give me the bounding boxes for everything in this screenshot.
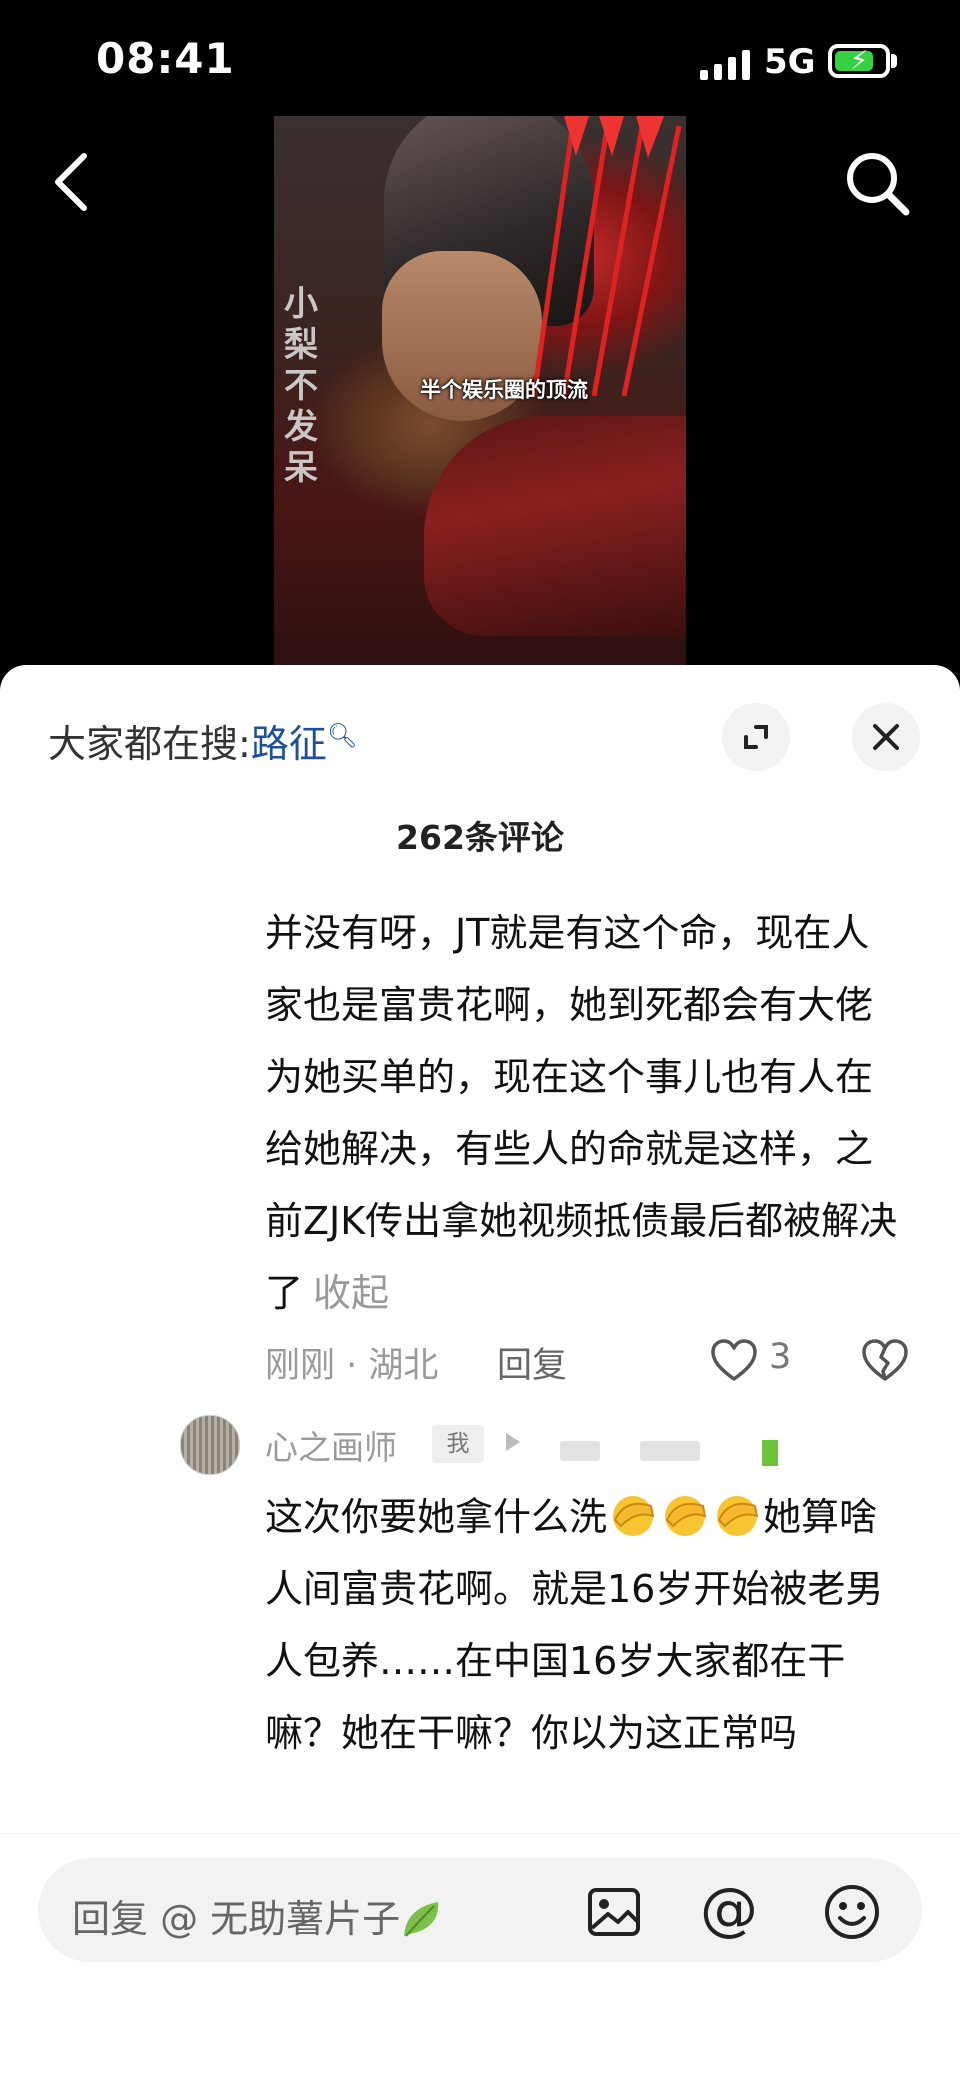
face-palm-emoji-icon	[613, 1496, 655, 1536]
reply-button[interactable]: 回复	[497, 1337, 567, 1388]
broken-heart-icon[interactable]	[861, 1339, 909, 1383]
reply-body: 这次你要她拿什么洗 她算啥人间富贵花啊。就是16岁开始被老男人包养……在中国16岁…	[265, 1481, 905, 1769]
image-icon[interactable]	[586, 1884, 642, 1940]
clock-time: 08:41	[96, 34, 235, 83]
blurred-name	[560, 1441, 600, 1461]
hot-search[interactable]: 大家都在搜:路征🔍︎	[48, 713, 357, 768]
video-caption: 半个娱乐圈的顶流	[420, 378, 588, 402]
smiley-icon[interactable]	[822, 1882, 882, 1942]
reply-text-part1: 这次你要她拿什么洗	[265, 1495, 608, 1539]
face-palm-emoji-icon	[665, 1496, 707, 1536]
network-type: 5G	[764, 42, 816, 82]
leaf-emoji-icon	[404, 1902, 439, 1937]
avatar[interactable]	[180, 1415, 240, 1475]
comment-body: 并没有呀，JT就是有这个命，现在人家也是富贵花啊，她到死都会有大佬为她买单的，现…	[265, 897, 905, 1329]
status-bar: 08:41 5G ⚡	[0, 0, 960, 120]
back-arrow-icon[interactable]	[44, 150, 104, 214]
expand-icon[interactable]	[722, 703, 790, 771]
small-search-icon: 🔍︎	[326, 721, 358, 750]
video-arm-shape	[424, 416, 686, 636]
search-icon[interactable]	[842, 148, 912, 218]
me-badge: 我	[432, 1425, 484, 1463]
like-count: 3	[769, 1337, 792, 1377]
face-palm-emoji-icon	[717, 1496, 759, 1536]
heart-icon[interactable]	[710, 1339, 758, 1383]
battery-icon: ⚡	[828, 44, 890, 78]
reply-username[interactable]: 心之画师	[265, 1421, 397, 1469]
hot-search-keyword[interactable]: 路征	[251, 722, 327, 766]
at-icon[interactable]: @	[700, 1878, 758, 1940]
divider	[0, 1833, 960, 1834]
close-icon[interactable]	[852, 703, 920, 771]
collapse-link[interactable]: 收起	[313, 1271, 389, 1315]
video-arrows-shape	[531, 116, 682, 396]
reply-input-placeholder: 回复 @ 无助薯片子	[72, 1888, 446, 1943]
video-watermark: 小梨不发呆	[284, 284, 318, 488]
comment-text: 并没有呀，JT就是有这个命，现在人家也是富贵花啊，她到死都会有大佬为她买单的，现…	[265, 911, 898, 1315]
video-player[interactable]: 小梨不发呆 半个娱乐圈的顶流	[274, 116, 686, 676]
comment-meta: 刚刚 · 湖北 回复 3	[265, 1337, 908, 1388]
battery-tip	[891, 54, 897, 68]
hot-search-prefix: 大家都在搜:	[48, 722, 251, 766]
green-mark	[762, 1440, 778, 1466]
reply-input[interactable]: 回复 @ 无助薯片子 @	[38, 1858, 922, 1962]
comment-count: 262条评论	[396, 818, 564, 857]
comment-time-location: 刚刚 · 湖北	[265, 1346, 439, 1386]
blurred-name	[640, 1441, 700, 1461]
comment-sheet: 大家都在搜:路征🔍︎ 262条评论 并没有呀，JT就是有这个命，现在人家也是富贵…	[0, 665, 960, 2079]
signal-icon	[700, 50, 750, 80]
reply-to-arrow-icon	[506, 1433, 520, 1451]
